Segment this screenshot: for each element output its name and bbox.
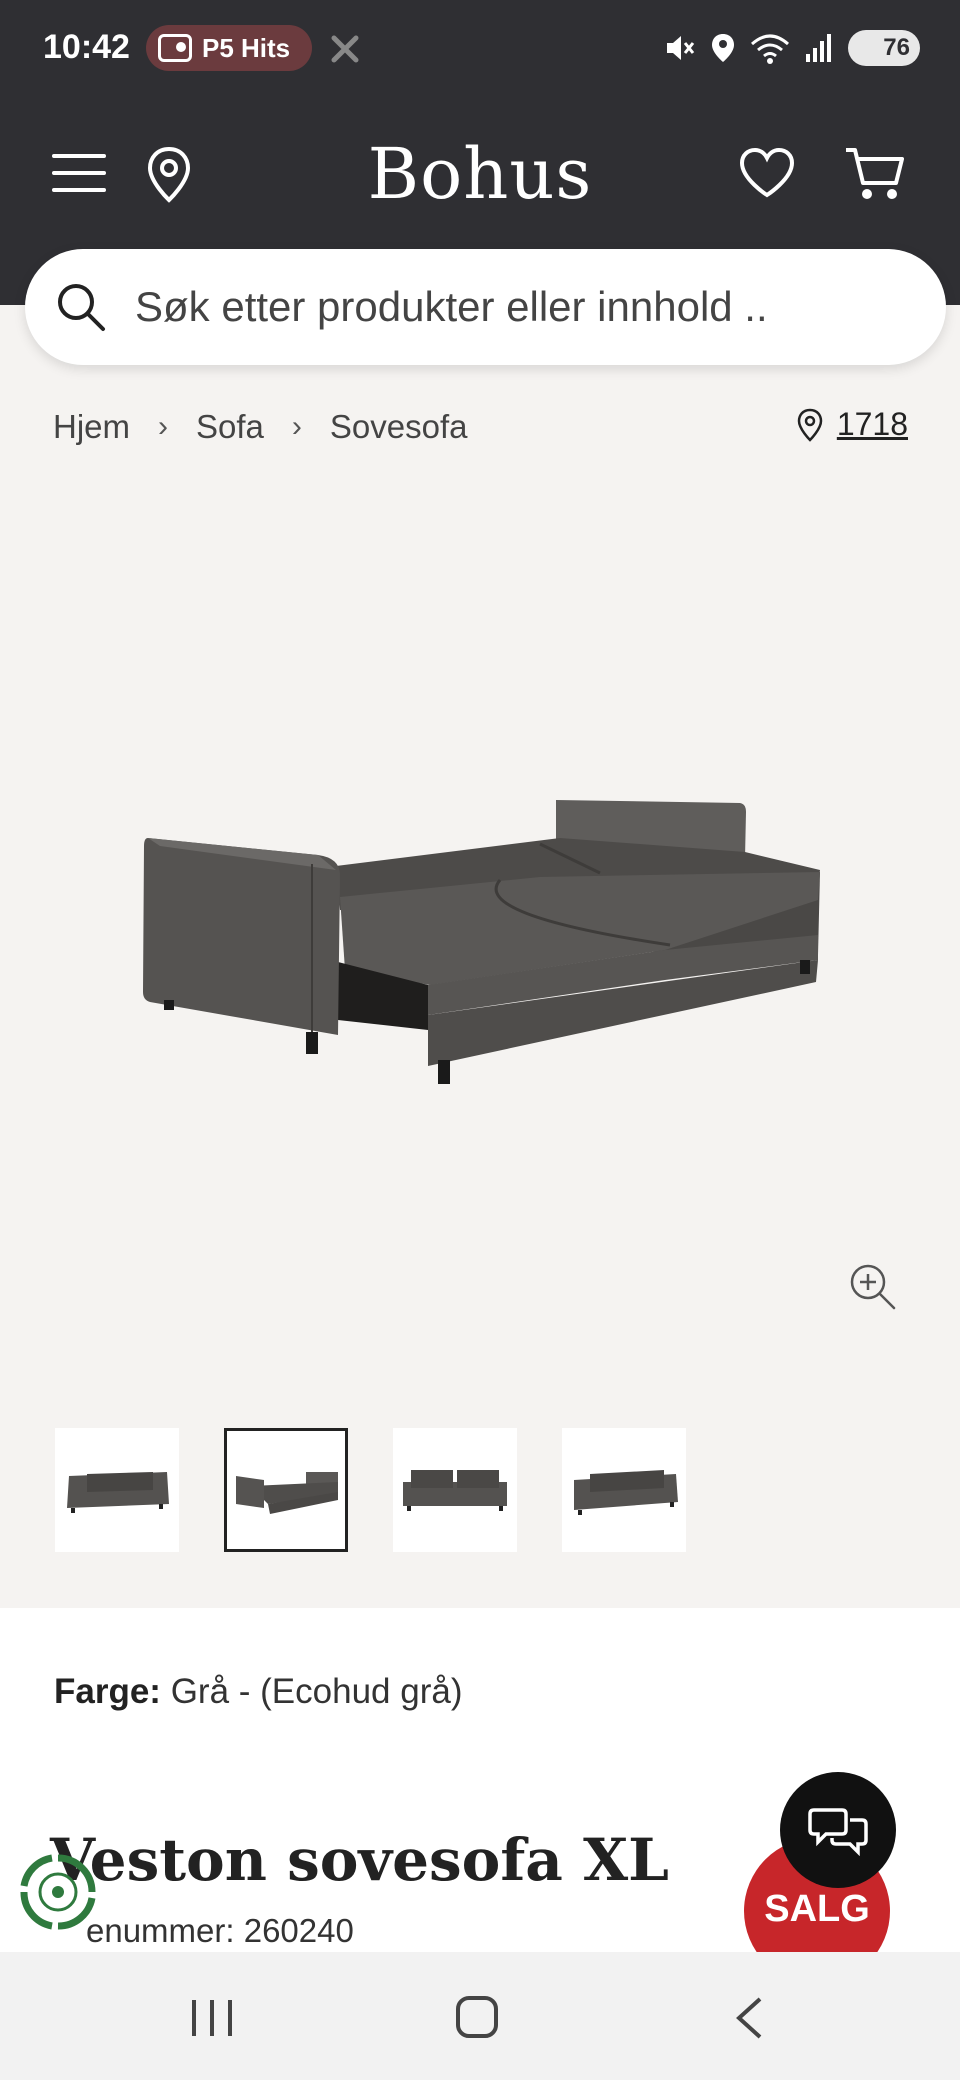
battery-indicator: 76 xyxy=(848,30,920,66)
mute-icon xyxy=(667,36,695,60)
chevron-right-icon: › xyxy=(158,410,169,443)
status-time: 10:42 xyxy=(43,28,130,66)
thumbnail-strip xyxy=(55,1428,686,1552)
back-icon[interactable] xyxy=(734,1996,764,2040)
search-icon xyxy=(58,284,105,331)
brand-logo[interactable]: Bohus xyxy=(0,133,960,215)
thumbnail-3[interactable] xyxy=(393,1428,517,1552)
search-input[interactable] xyxy=(135,283,915,331)
sofa-thumbnail-image xyxy=(67,1472,169,1513)
search-bar[interactable] xyxy=(25,249,946,365)
heart-icon[interactable] xyxy=(738,147,796,199)
sofa-angle-thumbnail-image xyxy=(574,1470,678,1515)
chat-button[interactable] xyxy=(780,1772,896,1888)
color-value: Grå - (Ecohud grå) xyxy=(170,1672,463,1711)
product-image[interactable] xyxy=(0,470,960,1370)
app-notification-icon xyxy=(331,35,359,63)
cart-icon[interactable] xyxy=(844,145,906,203)
thumbnail-2[interactable] xyxy=(224,1428,348,1552)
color-selection: Farge: Grå - (Ecohud grå) xyxy=(54,1672,462,1712)
sofa-bed-thumbnail-image xyxy=(236,1472,338,1514)
store-number[interactable]: 1718 xyxy=(837,406,908,443)
home-icon[interactable] xyxy=(456,1996,498,2038)
zoom-icon[interactable] xyxy=(848,1262,898,1312)
location-pin-icon xyxy=(797,408,823,442)
status-bar: 10:42 P5 Hits 76 xyxy=(0,0,960,96)
chevron-right-icon: › xyxy=(291,410,302,443)
chat-bubbles-icon xyxy=(808,1808,868,1856)
breadcrumb-home[interactable]: Hjem xyxy=(53,408,130,446)
sofa-front-thumbnail-image xyxy=(403,1470,507,1511)
breadcrumb: Hjem › Sofa › Sovesofa xyxy=(53,408,468,446)
eco-recycle-icon[interactable] xyxy=(18,1852,98,1932)
thumbnail-1[interactable] xyxy=(55,1428,179,1552)
article-number: enummer: 260240 xyxy=(86,1912,354,1949)
status-icons: 76 xyxy=(664,28,920,68)
recent-apps-icon[interactable] xyxy=(190,1998,234,2038)
breadcrumb-sofa[interactable]: Sofa xyxy=(196,408,264,446)
location-status-icon xyxy=(712,34,734,62)
radio-icon xyxy=(158,34,192,62)
store-selector[interactable]: 1718 xyxy=(797,406,908,443)
thumbnail-4[interactable] xyxy=(562,1428,686,1552)
wifi-icon xyxy=(751,34,789,64)
signal-icon xyxy=(806,34,831,62)
product-title: Veston sovesofa XL xyxy=(50,1826,669,1894)
radio-label: P5 Hits xyxy=(202,32,291,63)
breadcrumb-sovesofa[interactable]: Sovesofa xyxy=(330,408,468,446)
radio-notification-pill[interactable]: P5 Hits xyxy=(146,25,312,71)
color-label: Farge: xyxy=(54,1672,161,1711)
